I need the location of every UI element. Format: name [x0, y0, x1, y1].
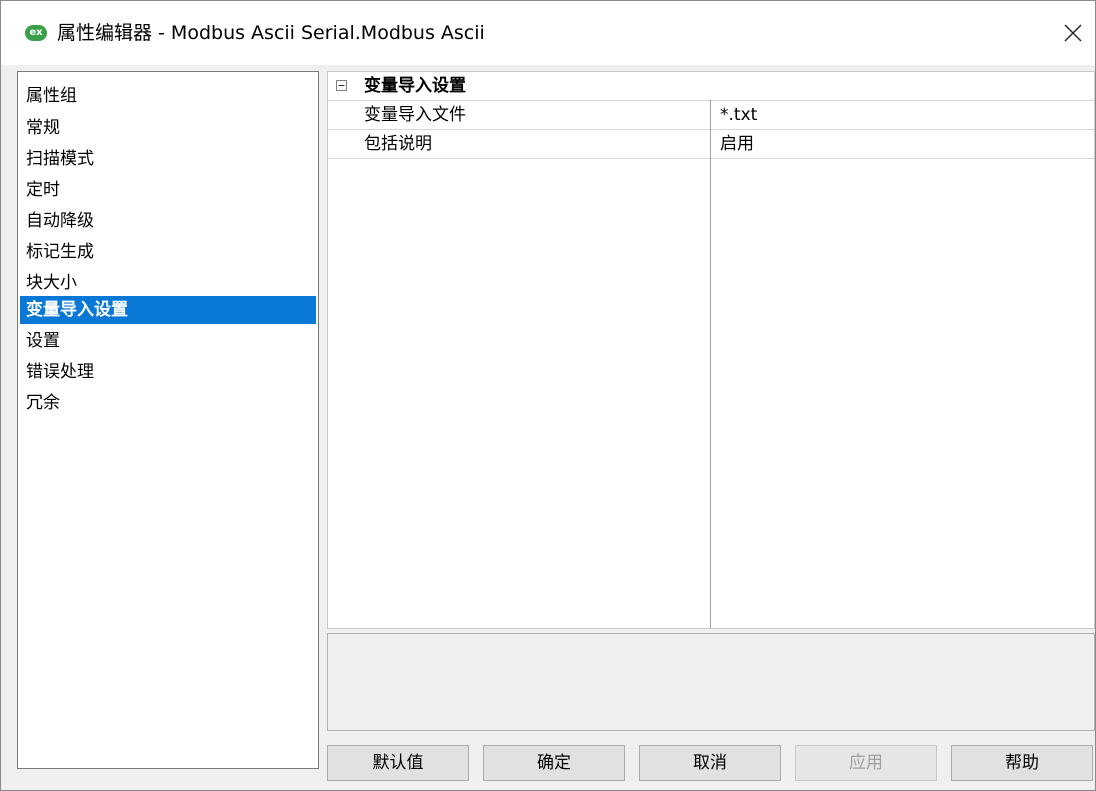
collapse-icon[interactable]: [336, 80, 347, 91]
close-icon: [1064, 24, 1082, 42]
property-grid[interactable]: 变量导入设置 变量导入文件 *.txt 包括说明 启用: [327, 71, 1095, 629]
category-label: 变量导入设置: [364, 76, 466, 96]
help-button[interactable]: 帮助: [951, 745, 1093, 781]
property-group-list[interactable]: 属性组 常规 扫描模式 定时 自动降级 标记生成 块大小 变量导入设置 设置 错…: [17, 71, 319, 769]
group-item-variable-import-settings[interactable]: 变量导入设置: [20, 296, 316, 324]
description-panel: [327, 633, 1095, 731]
column-divider[interactable]: [710, 100, 711, 628]
property-group-header: 属性组: [26, 86, 77, 106]
group-item-auto-demotion[interactable]: 自动降级: [26, 207, 94, 235]
apply-button: 应用: [795, 745, 937, 781]
property-value-include-description[interactable]: 启用: [720, 130, 754, 158]
title-bar[interactable]: ex 属性编辑器 - Modbus Ascii Serial.Modbus As…: [1, 1, 1095, 65]
property-name: 包括说明: [364, 134, 432, 154]
group-item-tag-generation[interactable]: 标记生成: [26, 238, 94, 266]
group-item-settings[interactable]: 设置: [26, 327, 60, 355]
close-button[interactable]: [1053, 15, 1093, 51]
cancel-button[interactable]: 取消: [639, 745, 781, 781]
window-title: 属性编辑器 - Modbus Ascii Serial.Modbus Ascii: [57, 22, 485, 44]
group-item-scan-mode[interactable]: 扫描模式: [26, 145, 94, 173]
property-name: 变量导入文件: [364, 105, 466, 125]
group-item-general[interactable]: 常规: [26, 114, 60, 142]
group-item-block-size[interactable]: 块大小: [26, 269, 77, 297]
group-item-error-handling[interactable]: 错误处理: [26, 358, 94, 386]
group-item-redundancy[interactable]: 冗余: [26, 389, 60, 417]
property-value-import-file[interactable]: *.txt: [720, 101, 757, 129]
app-icon: ex: [25, 25, 47, 41]
group-item-timing[interactable]: 定时: [26, 176, 60, 204]
category-row[interactable]: 变量导入设置: [328, 72, 1094, 101]
property-row[interactable]: 变量导入文件 *.txt: [328, 101, 1094, 130]
property-row[interactable]: 包括说明 启用: [328, 130, 1094, 159]
property-editor-window: ex 属性编辑器 - Modbus Ascii Serial.Modbus As…: [0, 0, 1096, 791]
ok-button[interactable]: 确定: [483, 745, 625, 781]
default-button[interactable]: 默认值: [327, 745, 469, 781]
